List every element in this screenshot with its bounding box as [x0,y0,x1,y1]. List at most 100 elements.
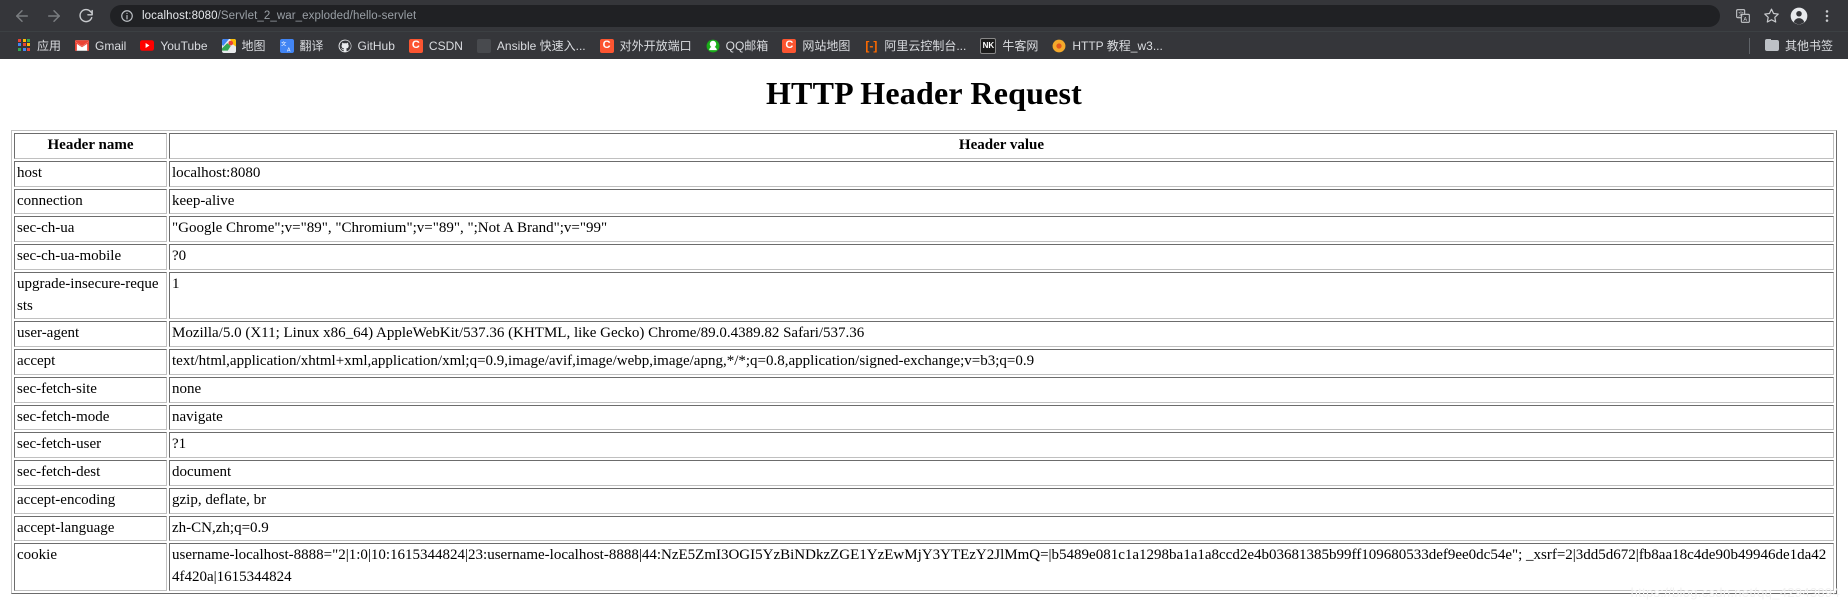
watermark: https://blog.csdn.net/qq_42943894 [1630,585,1840,600]
bookmark-translate[interactable]: 文A 翻译 [273,36,331,56]
header-value-cell: zh-CN,zh;q=0.9 [169,515,1834,542]
apps-grid-icon [17,38,31,53]
bookmark-github[interactable]: GitHub [331,36,402,56]
gmail-icon [75,39,90,53]
header-name-cell: sec-fetch-mode [14,404,167,431]
bookmark-label: Gmail [95,38,127,53]
table-row: accept-language zh-CN,zh;q=0.9 [14,515,1834,542]
table-row: connection keep-alive [14,188,1834,215]
bookmark-label: 应用 [37,39,62,53]
header-name-cell: connection [14,188,167,215]
bookmark-maps[interactable]: 地图 [215,36,273,56]
table-header-row: Header name Header value [14,133,1834,159]
header-value-cell: keep-alive [169,188,1834,215]
header-value-cell: Mozilla/5.0 (X11; Linux x86_64) AppleWeb… [169,321,1834,347]
header-value-cell: gzip, deflate, br [169,487,1834,514]
toolbar-actions: 文 A [1730,3,1840,29]
table-row: sec-fetch-user ?1 [14,432,1834,458]
header-value-cell: "Google Chrome";v="89", "Chromium";v="89… [169,216,1834,242]
address-bar[interactable]: localhost:8080/Servlet_2_war_exploded/he… [110,4,1720,27]
header-name-cell: accept [14,349,167,375]
svg-text:A: A [287,47,291,53]
svg-text:A: A [1743,17,1747,23]
bookmark-sitemap[interactable]: C 网站地图 [775,36,857,56]
reload-button[interactable] [72,2,100,30]
table-row: sec-fetch-dest document [14,460,1834,486]
column-header-name: Header name [14,133,167,159]
bookmark-qq-mail[interactable]: QQ邮箱 [699,36,776,56]
table-row: sec-fetch-mode navigate [14,404,1834,431]
url-path: /Servlet_2_war_exploded/hello-servlet [217,9,417,22]
bookmark-label: 牛客网 [1002,39,1039,53]
other-bookmarks-folder[interactable]: 其他书签 [1758,36,1840,56]
github-icon [338,39,352,53]
table-row: user-agent Mozilla/5.0 (X11; Linux x86_64… [14,321,1834,347]
bookmark-nowcoder[interactable]: NK 牛客网 [973,36,1045,56]
page-content: HTTP Header Request Header name Header v… [0,75,1848,605]
chrome-menu-icon[interactable] [1814,3,1840,29]
profile-avatar-icon[interactable] [1786,3,1812,29]
generic-page-icon [476,38,491,53]
bookmark-gmail[interactable]: Gmail [68,36,133,56]
other-bookmarks-label: 其他书签 [1784,39,1833,53]
table-body: host localhost:8080 connection keep-alive se… [14,160,1834,591]
column-header-value: Header value [169,133,1834,159]
bookmark-csdn[interactable]: C CSDN [402,36,470,56]
header-value-cell: ?0 [169,244,1834,270]
bookmark-aliyun-console[interactable]: [-] 阿里云控制台... [857,36,973,56]
header-name-cell: upgrade-insecure-requests [14,271,167,320]
table-row: upgrade-insecure-requests 1 [14,271,1834,320]
google-translate-icon: 文A [279,38,294,53]
folder-icon [1764,38,1779,53]
table-row: host localhost:8080 [14,160,1834,187]
header-value-cell: ?1 [169,432,1834,458]
bookmark-label: CSDN [428,38,463,53]
header-name-cell: cookie [14,543,167,591]
csdn-icon: C [408,38,423,53]
header-value-cell: document [169,460,1834,486]
table-row: cookie username-localhost-8888="2|1:0|10:… [14,543,1834,591]
browser-chrome: localhost:8080/Servlet_2_war_exploded/he… [0,0,1848,59]
header-value-cell: 1 [169,271,1834,320]
header-value-cell: navigate [169,404,1834,431]
google-maps-icon [221,38,236,53]
bookmark-apps[interactable]: 应用 [10,36,68,56]
address-bar-url: localhost:8080/Servlet_2_war_exploded/he… [142,10,416,22]
table-row: sec-fetch-site none [14,376,1834,403]
header-value-cell: text/html,application/xhtml+xml,applicat… [169,349,1834,375]
bookmark-http-tutorial[interactable]: HTTP 教程_w3... [1045,36,1169,56]
bookmarks-separator [1748,37,1750,54]
header-value-cell: localhost:8080 [169,160,1834,187]
csdn-icon: C [599,38,614,53]
site-info-icon[interactable] [120,9,134,23]
table-row: accept text/html,application/xhtml+xml,ap… [14,349,1834,375]
header-name-cell: sec-ch-ua [14,216,167,242]
bookmark-label: Ansible 快速入... [496,39,586,53]
translate-icon[interactable]: 文 A [1730,3,1756,29]
bookmark-label: GitHub [357,38,395,53]
bookmark-label: 翻译 [299,39,324,53]
bookmark-open-ports[interactable]: C 对外开放端口 [593,36,699,56]
csdn-icon: C [782,38,797,53]
aliyun-icon: [-] [865,38,878,53]
http-headers-table: Header name Header value host localhost:8… [11,130,1837,594]
header-value-cell: username-localhost-8888="2|1:0|10:161534… [169,543,1834,591]
bookmark-ansible[interactable]: Ansible 快速入... [470,36,593,56]
page-title: HTTP Header Request [765,75,1083,111]
header-name-cell: sec-fetch-site [14,376,167,403]
header-name-cell: sec-ch-ua-mobile [14,244,167,270]
bookmark-star-icon[interactable] [1758,3,1784,29]
bookmark-youtube[interactable]: YouTube [133,36,214,56]
header-name-cell: sec-fetch-user [14,432,167,458]
bookmark-label: HTTP 教程_w3... [1072,39,1163,53]
table-row: accept-encoding gzip, deflate, br [14,487,1834,514]
bookmarks-bar: 应用 Gmail YouTube 地图 文A 翻译 GitHub C CSDN … [0,31,1848,59]
nowcoder-icon: NK [980,37,997,54]
bookmark-label: 阿里云控制台... [884,39,967,53]
w3school-icon [1052,39,1066,53]
back-button[interactable] [8,2,36,30]
url-host: localhost:8080 [142,9,218,22]
header-name-cell: user-agent [14,321,167,347]
forward-button[interactable] [40,2,68,30]
table-row: sec-ch-ua-mobile ?0 [14,244,1834,270]
